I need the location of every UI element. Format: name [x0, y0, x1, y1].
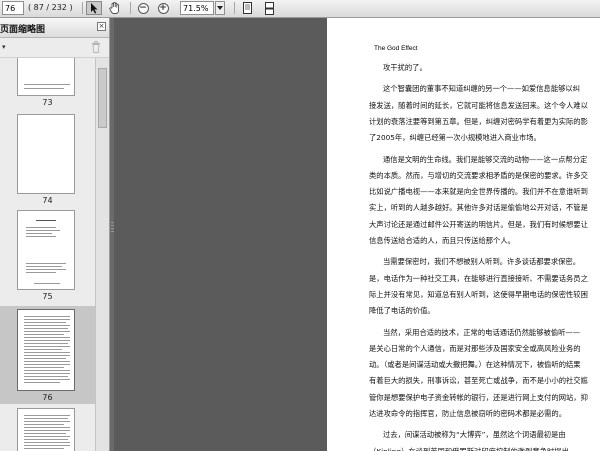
zoom-out-icon: −: [137, 2, 149, 14]
page-thumbnail[interactable]: [17, 58, 75, 96]
select-arrow-icon: [90, 2, 97, 13]
running-header: The God Effect: [374, 45, 418, 52]
text-line: 是关心日常的个人通信，而是对那些涉及国家安全或高风险业务的: [369, 343, 581, 353]
text-line: 有着巨大的损失，刑事诉讼，甚至死亡或战争，而不是小小的社交尴: [369, 376, 588, 386]
text-line: 类的本质。然而，与增切的交流要求相矛盾的是保密的要求。许多交: [369, 170, 588, 180]
thumbnail-item[interactable]: 74: [0, 110, 95, 210]
toolbar: ( 87 / 232 ) − +: [0, 0, 600, 18]
page-thumbnail[interactable]: [17, 210, 75, 290]
hand-tool-button[interactable]: [106, 1, 122, 15]
text-line: 当需要保密时，我们不想被别人听到。许多谈话都要求保密。: [383, 257, 581, 267]
page-count-label: ( 87 / 232 ): [28, 3, 73, 12]
zoom-dropdown-icon: [217, 6, 223, 10]
thumbnail-label: 74: [42, 196, 53, 205]
zoom-dropdown-button[interactable]: [215, 1, 225, 15]
page-thumbnail[interactable]: [17, 114, 75, 194]
text-line: 降低了电话的价值。: [369, 306, 435, 316]
text-line: 达进攻命令的指挥官，防止信息被窃听的密码术都是必需的。: [369, 409, 567, 418]
toolbar-separator: [130, 2, 131, 14]
thumbnail-item-selected[interactable]: 76: [0, 306, 95, 404]
zoom-in-icon: +: [157, 2, 169, 14]
text-line: 接发送，随着时间的延长，它就可能将信息发送回来。这个令人难以: [369, 100, 588, 110]
page-number-input[interactable]: [2, 1, 24, 15]
text-line: 这个智囊团的董事不知道纠缠的另一个——如爱信息能够以纠: [383, 84, 581, 94]
panel-options-row: ▾: [0, 38, 109, 58]
panel-title: 页面缩略图: [0, 25, 46, 35]
text-line: 实上，听到的人越多越好。其他许多对话是偷偷地公开对话，不管是: [369, 203, 588, 213]
text-line: 信息传送给合适的人，而且只传送给那个人。: [369, 236, 515, 245]
text-line: 了2005年，纠缠已经第一次小规模地进入商业市场。: [369, 133, 541, 143]
text-line: 计划的衰落注要等到第五章。但是，纠缠对密码学有着更为实际的影: [369, 116, 588, 126]
text-line: 当然，采用合适的技术，正常的电话通话仍然能够被偷听——: [383, 327, 581, 337]
thumbnail-item[interactable]: [0, 404, 95, 451]
single-page-view-button[interactable]: [240, 1, 254, 15]
panel-splitter[interactable]: [110, 18, 114, 451]
panel-header: 页面缩略图 ×: [0, 18, 109, 38]
text-line: 动。（或者是间谍活动或大撒把舞。）在这种情况下，被偷听的结果: [369, 360, 581, 370]
text-line: 是，电话作为一种社交工具，在能够进行直接接听、不需要话务员之: [369, 273, 588, 283]
single-page-icon: [242, 2, 252, 14]
options-dropdown-icon[interactable]: ▾: [2, 43, 6, 51]
close-panel-button[interactable]: ×: [97, 22, 106, 31]
continuous-page-icon: [264, 1, 274, 15]
toolbar-separator: [234, 2, 235, 14]
zoom-out-button[interactable]: −: [136, 1, 150, 15]
text-line: 比如说广播电视——本来就是向全世界传播的。我们并不在意谁听到: [369, 187, 588, 197]
select-tool-button[interactable]: [86, 1, 102, 15]
thumbnails-panel: 页面缩略图 × ▾ 73 74 75 76: [0, 18, 110, 451]
zoom-input[interactable]: [180, 1, 214, 15]
text-line: 管你是想要保护电子资金转帐的银行，还是进行网上支付的网站，抑: [369, 392, 588, 402]
thumbnail-label: 76: [42, 393, 53, 402]
thumbnail-label: 75: [42, 292, 53, 301]
toolbar-separator: [82, 2, 83, 14]
text-line: 际上并没有常见，知道总有别人听到，这使得早期电话的保密性较困: [369, 289, 588, 299]
text-line: 过去，间谍活动被称为“大博弈”，虽然这个词语最初是由: [383, 430, 566, 440]
scrollbar-thumb[interactable]: [98, 68, 107, 128]
text-line: 攻干扰的了。: [383, 63, 427, 72]
text-line: 大声讨论还是通过邮件公开寄送的明信片。但是，我们有时候想要让: [369, 219, 588, 229]
thumbnail-label: 73: [42, 98, 53, 107]
thumbnail-list: 73 74 75 76: [0, 58, 95, 451]
page-thumbnail[interactable]: [17, 408, 75, 451]
document-page: The God Effect 攻干扰的了。这个智囊团的董事不知道纠缠的另一个——…: [327, 18, 600, 451]
thumbnail-item[interactable]: 73: [0, 58, 95, 110]
text-line: （Kipling）在谈到英国和俄罗斯对印度控制的激烈竞争时提出: [369, 447, 569, 451]
zoom-in-button[interactable]: +: [156, 1, 170, 15]
thumbnail-scrollbar[interactable]: [95, 58, 109, 451]
thumbnail-item[interactable]: 75: [0, 210, 95, 306]
trash-icon[interactable]: [91, 41, 101, 53]
continuous-view-button[interactable]: [262, 1, 276, 15]
splitter-grip-icon[interactable]: [111, 222, 114, 234]
hand-tool-icon: [108, 2, 119, 14]
text-line: 通信是文明的生命线。我们是能够交流的动物——这一点帮分定: [383, 154, 588, 164]
page-thumbnail[interactable]: [17, 309, 75, 391]
close-icon: ×: [98, 22, 105, 30]
